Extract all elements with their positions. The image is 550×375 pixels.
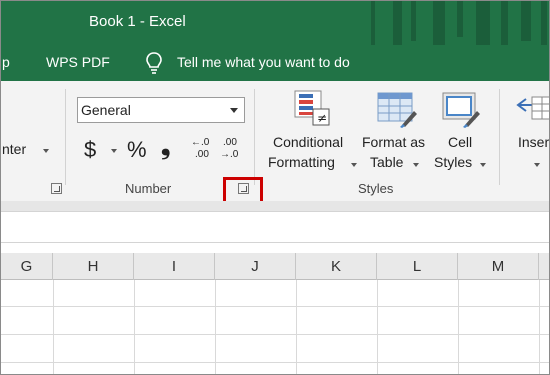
merge-center-button[interactable]: nter [2, 141, 26, 157]
excel-window: Book 1 - Excel p WPS PDF Tell me what yo… [0, 0, 550, 375]
group-separator [65, 89, 66, 185]
conditional-formatting-button[interactable]: Conditional Formatting [268, 133, 357, 175]
format-as-table-label-1: Format as [362, 134, 426, 150]
format-as-table-label-2: Table [370, 154, 404, 170]
svg-text:≠: ≠ [317, 111, 327, 125]
format-as-table-button[interactable]: Format as Table [361, 133, 435, 175]
column-header[interactable]: L [377, 253, 458, 280]
cell-styles-button[interactable]: Cell Styles [433, 133, 491, 175]
conditional-formatting-label-2: Formatting [268, 154, 335, 170]
grid-line [296, 280, 297, 374]
insert-cells-dropdown-icon[interactable] [534, 163, 540, 167]
number-format-value: General [81, 102, 131, 118]
increase-decimal-button[interactable]: ←.0 .00 [191, 137, 217, 165]
styles-group-label: Styles [358, 181, 394, 196]
tab-wps-pdf[interactable]: WPS PDF [46, 54, 110, 70]
cell-styles-label-2: Styles [434, 154, 473, 170]
ribbon: nter General $ % ❟ ←.0 .00 .00 →.0 Numbe… [1, 81, 549, 201]
increase-decimal-bottom: .00 [195, 149, 209, 160]
accounting-format-dropdown-icon[interactable] [111, 149, 117, 153]
conditional-formatting-icon: ≠ [294, 90, 330, 126]
increase-decimal-top: ←.0 [191, 137, 210, 148]
comma-style-button[interactable]: ❟ [161, 133, 170, 161]
column-header[interactable]: I [134, 253, 215, 280]
title-bar-decoration [521, 1, 531, 41]
cell-styles-label-1: Cell [448, 134, 473, 150]
merge-center-dropdown-icon[interactable] [43, 149, 49, 153]
decrease-decimal-bottom: →.0 [220, 149, 239, 160]
ribbon-bottom-strip [1, 201, 549, 211]
grid-line [1, 306, 549, 307]
grid-line [53, 280, 54, 374]
number-group-label: Number [125, 181, 172, 196]
accounting-format-button[interactable]: $ [84, 137, 96, 163]
group-separator [499, 89, 500, 185]
decrease-decimal-top: .00 [223, 137, 237, 148]
chevron-down-icon [480, 163, 486, 167]
window-title: Book 1 - Excel [89, 13, 186, 30]
group-separator [254, 89, 255, 185]
grid-line [458, 280, 459, 374]
column-header[interactable]: H [53, 253, 134, 280]
decrease-decimal-button[interactable]: .00 →.0 [220, 137, 246, 165]
chevron-down-icon [351, 163, 357, 167]
grid-line [215, 280, 216, 374]
title-bar-decoration [457, 1, 463, 37]
tab-help-partial[interactable]: p [2, 54, 10, 70]
title-bar-decoration [433, 1, 445, 45]
grid-line [134, 280, 135, 374]
insert-cells-icon [516, 96, 549, 120]
conditional-formatting-label-1: Conditional [273, 134, 344, 150]
grid-line [377, 280, 378, 374]
formula-bar[interactable] [1, 211, 549, 243]
column-header-row: G H I J K L M [1, 253, 549, 280]
title-bar-decoration [411, 1, 416, 41]
title-bar-decoration [541, 1, 547, 45]
title-bar: Book 1 - Excel [1, 1, 549, 45]
insert-cells-button[interactable]: Inser [518, 134, 549, 150]
tell-me-search[interactable]: Tell me what you want to do [177, 54, 350, 70]
ribbon-tabs: p WPS PDF Tell me what you want to do [1, 45, 549, 81]
title-bar-decoration [371, 1, 375, 45]
grid-line [1, 334, 549, 335]
title-bar-decoration [476, 1, 490, 45]
column-header[interactable]: J [215, 253, 296, 280]
column-header[interactable]: K [296, 253, 377, 280]
chevron-down-icon [230, 108, 238, 113]
alignment-dialog-launcher-icon[interactable] [51, 183, 62, 194]
lightbulb-icon [146, 52, 162, 74]
title-bar-decoration [393, 1, 402, 45]
grid-line [539, 280, 540, 374]
format-as-table-icon [377, 92, 417, 128]
cell-grid[interactable] [1, 280, 549, 374]
chevron-down-icon [413, 163, 419, 167]
percent-style-button[interactable]: % [127, 137, 147, 163]
grid-line [1, 362, 549, 363]
number-format-dropdown[interactable]: General [77, 97, 245, 123]
column-header[interactable]: M [458, 253, 539, 280]
title-bar-decoration [501, 1, 508, 45]
column-header[interactable]: G [1, 253, 53, 280]
cell-styles-icon [442, 92, 480, 128]
